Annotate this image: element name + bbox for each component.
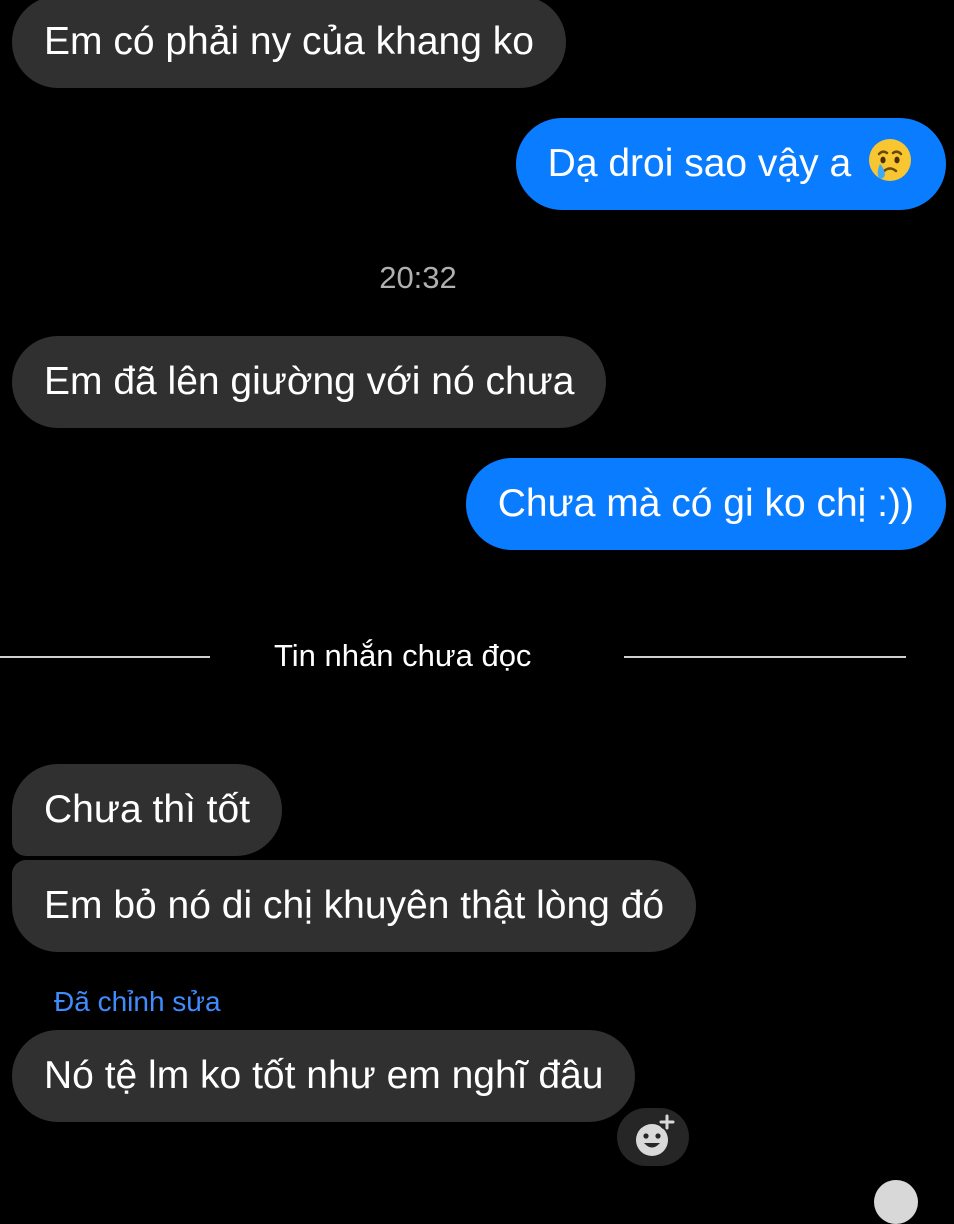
message-text: Chưa thì tốt (44, 788, 251, 831)
crying-face-emoji (869, 139, 911, 181)
message-text: Em bỏ nó di chị khuyên thật lòng đó (44, 884, 665, 927)
message-text: Chưa mà có gi ko chị :)) (497, 482, 914, 525)
divider-line-left (0, 656, 210, 658)
avatar[interactable] (874, 1180, 918, 1224)
message-bubble-incoming[interactable]: Nó tệ lm ko tốt như em nghĩ đâu (12, 1030, 636, 1122)
message-timestamp: 20:32 (379, 260, 457, 295)
message-bubble-incoming[interactable]: Em có phải ny của khang ko (12, 0, 566, 88)
add-reaction-button[interactable] (617, 1108, 689, 1166)
message-bubble-incoming[interactable]: Em bỏ nó di chị khuyên thật lòng đó (12, 860, 697, 952)
message-text: Em có phải ny của khang ko (44, 20, 534, 63)
message-text: Nó tệ lm ko tốt như em nghĩ đâu (44, 1054, 604, 1097)
message-bubble-outgoing[interactable]: Dạ droi sao vậy a (515, 118, 946, 210)
message-text: Dạ droi sao vậy a (547, 142, 852, 185)
edited-label: Đã chỉnh sửa (54, 986, 221, 1017)
message-bubble-incoming[interactable]: Chưa thì tốt (12, 764, 283, 856)
message-bubble-incoming[interactable]: Em đã lên giường với nó chưa (12, 336, 607, 428)
message-text: Em đã lên giường với nó chưa (44, 360, 575, 403)
unread-divider-label: Tin nhắn chưa đọc (274, 638, 532, 673)
message-bubble-outgoing[interactable]: Chưa mà có gi ko chị :)) (465, 458, 946, 550)
add-reaction-icon (636, 1114, 675, 1156)
divider-line-right (624, 656, 906, 658)
